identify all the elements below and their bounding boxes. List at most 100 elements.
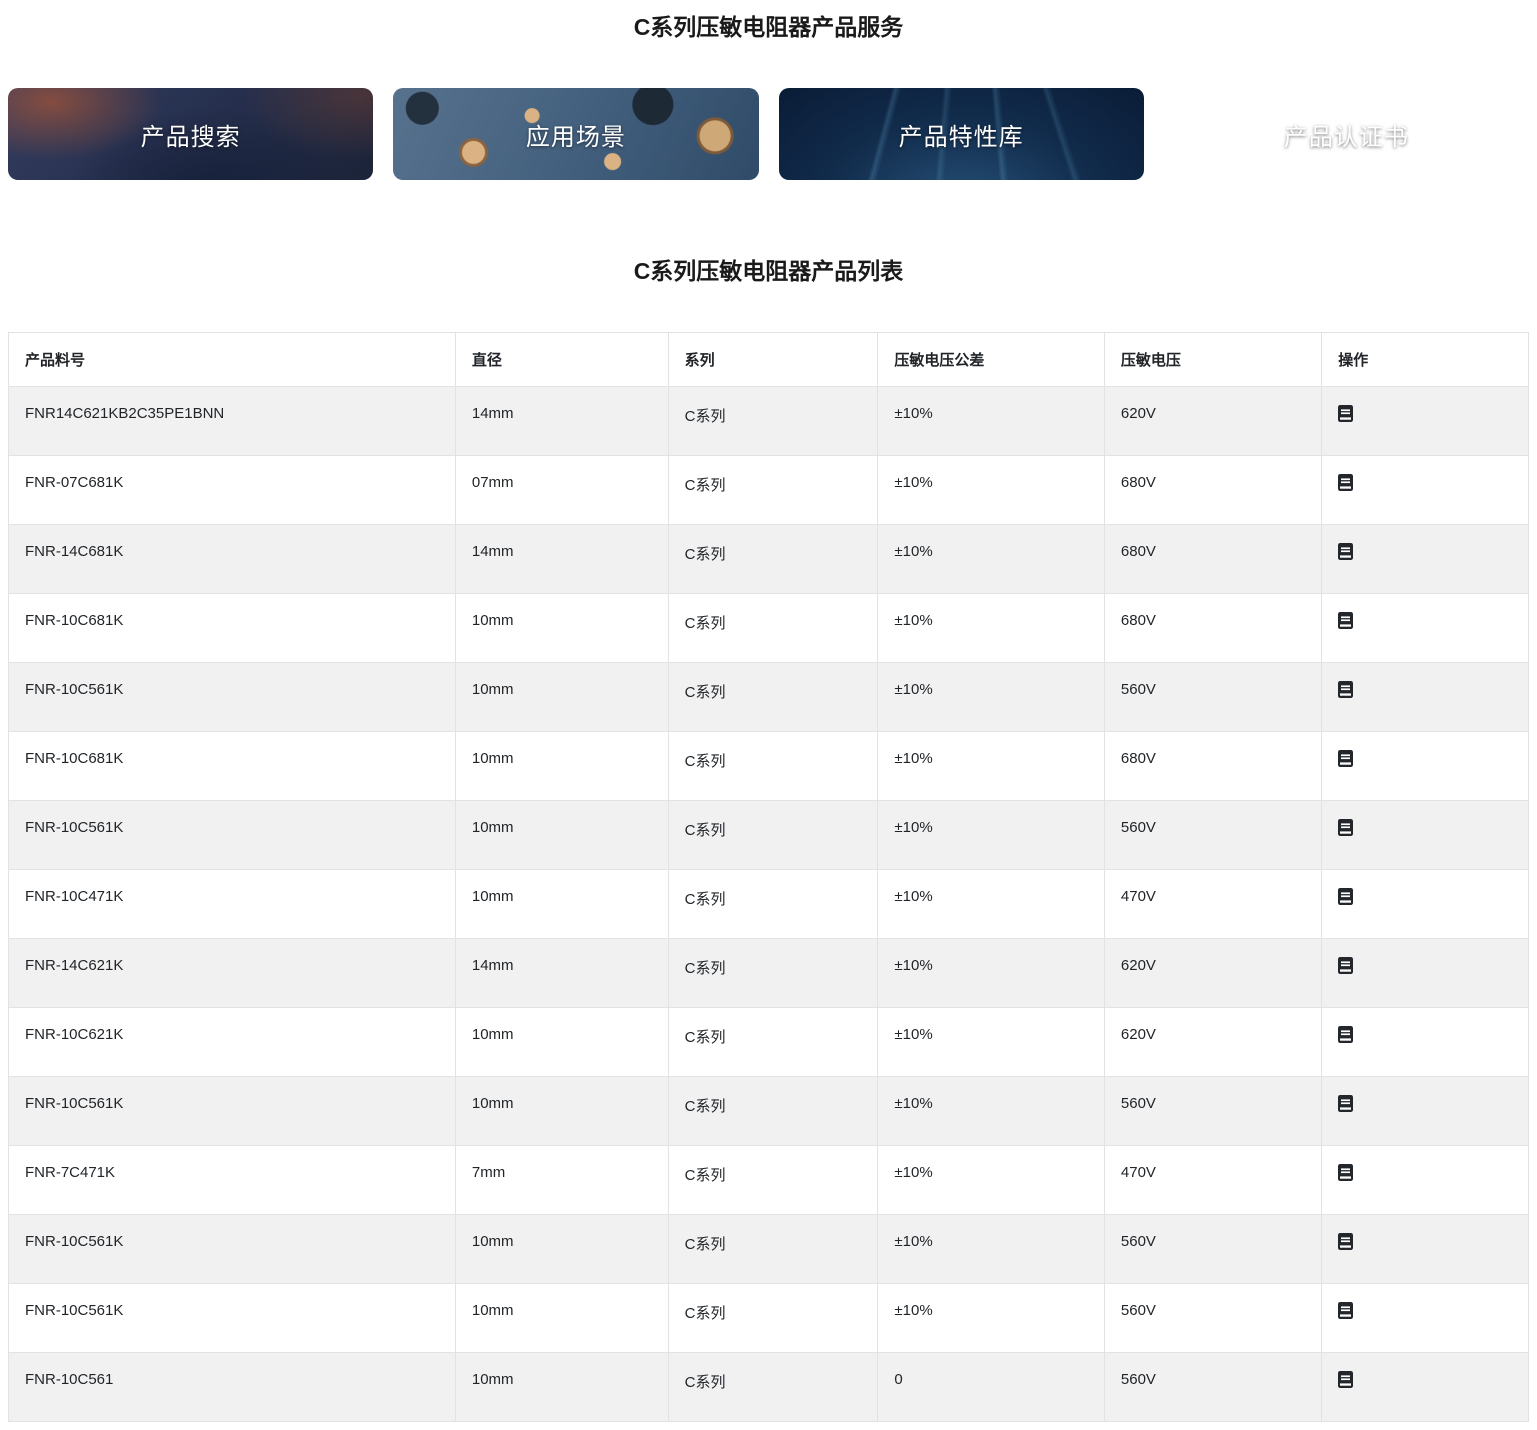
nav-button-product-search[interactable]: 产品搜索 [8, 88, 373, 180]
journal-icon [1338, 474, 1353, 491]
journal-icon [1338, 543, 1353, 560]
product-list-title: C系列压敏电阻器产品列表 [8, 252, 1529, 286]
table-row: FNR-14C681K 14mm C系列 ±10% 680V [9, 525, 1529, 594]
cell-voltage-tolerance: ±10% [878, 525, 1104, 594]
table-row: FNR-14C621K 14mm C系列 ±10% 620V [9, 939, 1529, 1008]
cell-series: C系列 [668, 939, 878, 1008]
cell-series: C系列 [668, 1284, 878, 1353]
cell-part-number: FNR-10C471K [9, 870, 456, 939]
cell-actions [1322, 1077, 1529, 1146]
cell-actions [1322, 663, 1529, 732]
cell-series: C系列 [668, 1215, 878, 1284]
cell-varistor-voltage: 560V [1104, 1284, 1321, 1353]
cell-part-number: FNR-07C681K [9, 456, 456, 525]
cell-part-number: FNR-10C561K [9, 1077, 456, 1146]
nav-button-product-certificates[interactable]: 产品认证书 [1164, 88, 1529, 180]
journal-icon [1338, 819, 1353, 836]
cell-voltage-tolerance: ±10% [878, 1284, 1104, 1353]
view-detail-button[interactable] [1338, 1026, 1353, 1043]
nav-button-label: 应用场景 [526, 117, 626, 152]
cell-diameter: 10mm [455, 1077, 668, 1146]
cell-part-number: FNR-7C471K [9, 1146, 456, 1215]
nav-buttons-row: 产品搜索 应用场景 产品特性库 产品认证书 [8, 88, 1529, 180]
nav-button-label: 产品认证书 [1284, 117, 1409, 152]
cell-varistor-voltage: 470V [1104, 1146, 1321, 1215]
view-detail-button[interactable] [1338, 681, 1353, 698]
cell-voltage-tolerance: ±10% [878, 594, 1104, 663]
cell-series: C系列 [668, 732, 878, 801]
table-row: FNR-10C681K 10mm C系列 ±10% 680V [9, 594, 1529, 663]
cell-voltage-tolerance: ±10% [878, 1146, 1104, 1215]
cell-actions [1322, 1284, 1529, 1353]
cell-varistor-voltage: 560V [1104, 1215, 1321, 1284]
cell-actions [1322, 1146, 1529, 1215]
cell-diameter: 7mm [455, 1146, 668, 1215]
view-detail-button[interactable] [1338, 474, 1353, 491]
cell-part-number: FNR-10C561 [9, 1353, 456, 1422]
journal-icon [1338, 1026, 1353, 1043]
cell-voltage-tolerance: ±10% [878, 801, 1104, 870]
column-header-diameter: 直径 [455, 333, 668, 387]
view-detail-button[interactable] [1338, 819, 1353, 836]
cell-part-number: FNR-10C681K [9, 594, 456, 663]
journal-icon [1338, 957, 1353, 974]
table-row: FNR-10C681K 10mm C系列 ±10% 680V [9, 732, 1529, 801]
cell-varistor-voltage: 680V [1104, 456, 1321, 525]
cell-voltage-tolerance: ±10% [878, 939, 1104, 1008]
view-detail-button[interactable] [1338, 405, 1353, 422]
view-detail-button[interactable] [1338, 612, 1353, 629]
cell-voltage-tolerance: ±10% [878, 870, 1104, 939]
cell-diameter: 07mm [455, 456, 668, 525]
journal-icon [1338, 750, 1353, 767]
cell-varistor-voltage: 620V [1104, 387, 1321, 456]
cell-diameter: 14mm [455, 525, 668, 594]
table-row: FNR-7C471K 7mm C系列 ±10% 470V [9, 1146, 1529, 1215]
cell-varistor-voltage: 680V [1104, 594, 1321, 663]
view-detail-button[interactable] [1338, 1233, 1353, 1250]
nav-button-product-features-library[interactable]: 产品特性库 [779, 88, 1144, 180]
cell-voltage-tolerance: ±10% [878, 1077, 1104, 1146]
cell-varistor-voltage: 560V [1104, 801, 1321, 870]
journal-icon [1338, 1233, 1353, 1250]
cell-actions [1322, 1215, 1529, 1284]
view-detail-button[interactable] [1338, 1164, 1353, 1181]
cell-varistor-voltage: 470V [1104, 870, 1321, 939]
column-header-varistor-voltage: 压敏电压 [1104, 333, 1321, 387]
view-detail-button[interactable] [1338, 957, 1353, 974]
view-detail-button[interactable] [1338, 543, 1353, 560]
view-detail-button[interactable] [1338, 750, 1353, 767]
cell-series: C系列 [668, 456, 878, 525]
cell-part-number: FNR-10C561K [9, 663, 456, 732]
view-detail-button[interactable] [1338, 1095, 1353, 1112]
journal-icon [1338, 1164, 1353, 1181]
cell-actions [1322, 1353, 1529, 1422]
cell-part-number: FNR-10C561K [9, 801, 456, 870]
cell-voltage-tolerance: ±10% [878, 732, 1104, 801]
cell-actions [1322, 732, 1529, 801]
cell-diameter: 10mm [455, 663, 668, 732]
cell-part-number: FNR-10C621K [9, 1008, 456, 1077]
journal-icon [1338, 681, 1353, 698]
cell-actions [1322, 525, 1529, 594]
cell-series: C系列 [668, 594, 878, 663]
view-detail-button[interactable] [1338, 1371, 1353, 1388]
table-row: FNR-10C561K 10mm C系列 ±10% 560V [9, 1077, 1529, 1146]
cell-diameter: 10mm [455, 870, 668, 939]
table-row: FNR-10C561K 10mm C系列 ±10% 560V [9, 801, 1529, 870]
cell-diameter: 10mm [455, 594, 668, 663]
cell-actions [1322, 870, 1529, 939]
journal-icon [1338, 612, 1353, 629]
cell-varistor-voltage: 560V [1104, 663, 1321, 732]
journal-icon [1338, 1371, 1353, 1388]
cell-varistor-voltage: 560V [1104, 1353, 1321, 1422]
nav-button-application-scenarios[interactable]: 应用场景 [393, 88, 758, 180]
view-detail-button[interactable] [1338, 888, 1353, 905]
nav-button-label: 产品特性库 [899, 117, 1024, 152]
cell-diameter: 14mm [455, 387, 668, 456]
cell-series: C系列 [668, 387, 878, 456]
table-row: FNR-10C471K 10mm C系列 ±10% 470V [9, 870, 1529, 939]
view-detail-button[interactable] [1338, 1302, 1353, 1319]
journal-icon [1338, 1095, 1353, 1112]
cell-diameter: 10mm [455, 1008, 668, 1077]
cell-actions [1322, 594, 1529, 663]
